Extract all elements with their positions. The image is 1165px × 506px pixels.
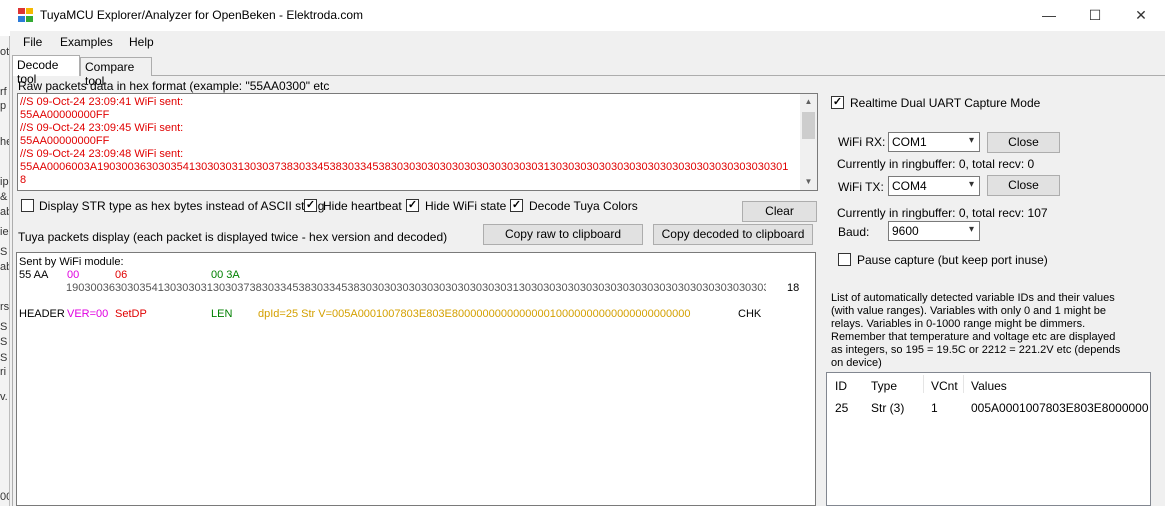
hex-header: 55 AA	[19, 269, 49, 281]
raw-data-label: Raw packets data in hex format (example:…	[18, 79, 330, 93]
scroll-thumb[interactable]	[802, 112, 815, 139]
hide-heartbeat-checkbox[interactable]: ✓	[304, 199, 317, 212]
raw-line: //S 09-Oct-24 23:09:48 WiFi sent:	[20, 148, 184, 160]
dec-header: HEADER	[19, 308, 65, 320]
column-divider	[923, 375, 924, 393]
copy-decoded-button[interactable]: Copy decoded to clipboard	[653, 224, 813, 245]
hide-wifi-checkbox[interactable]: ✓	[406, 199, 419, 212]
chevron-down-icon: ▾	[968, 224, 974, 235]
wifi-tx-label: WiFi TX:	[838, 180, 884, 194]
decode-colors-checkbox[interactable]: ✓	[510, 199, 523, 212]
realtime-capture-label: Realtime Dual UART Capture Mode	[850, 96, 1041, 110]
packets-display[interactable]: Sent by WiFi module: 55 AA 00 06 00 3A 1…	[16, 252, 816, 506]
tab-decode-tool[interactable]: Decode tool	[12, 55, 80, 86]
column-divider	[963, 375, 964, 393]
dec-chk: CHK	[738, 308, 762, 320]
dec-payload: dpId=25 Str V=005A0001007803E803E8000000…	[258, 308, 691, 320]
row-vcnt[interactable]: 1	[931, 401, 938, 415]
raw-line: 8	[20, 174, 27, 186]
row-type[interactable]: Str (3)	[871, 401, 904, 415]
app-icon	[18, 8, 33, 22]
wifi-tx-port-select[interactable]: COM4 ▾	[888, 176, 980, 196]
hide-heartbeat-label: Hide heartbeat	[323, 199, 402, 213]
tab-compare-tool[interactable]: Compare tool	[80, 57, 152, 88]
hex-str-label: Display STR type as hex bytes instead of…	[39, 199, 325, 213]
maximize-button[interactable]: ☐	[1072, 0, 1118, 30]
raw-packets-textarea[interactable]: //S 09-Oct-24 23:09:41 WiFi sent: 55AA00…	[17, 93, 818, 191]
rx-status: Currently in ringbuffer: 0, total recv: …	[837, 157, 1035, 171]
realtime-capture-checkbox[interactable]: ✓	[831, 96, 844, 109]
hex-cmd: 06	[115, 269, 128, 281]
raw-packets-text: //S 09-Oct-24 23:09:41 WiFi sent: 55AA00…	[20, 96, 800, 187]
baud-value: 9600	[892, 224, 919, 238]
minimize-button[interactable]: —	[1026, 0, 1072, 30]
hex-str-checkbox[interactable]	[21, 199, 34, 212]
decode-colors-label: Decode Tuya Colors	[529, 199, 638, 213]
raw-line: //S 09-Oct-24 23:09:45 WiFi sent:	[20, 122, 184, 134]
raw-scrollbar[interactable]: ▲ ▼	[800, 94, 817, 190]
clear-button[interactable]: Clear	[742, 201, 817, 222]
baud-select[interactable]: 9600 ▾	[888, 221, 980, 241]
pause-capture-checkbox[interactable]	[838, 253, 851, 266]
wifi-rx-port-value: COM1	[892, 135, 927, 149]
chevron-down-icon: ▾	[968, 179, 974, 190]
sent-by-label: Sent by WiFi module:	[19, 256, 124, 268]
menu-examples[interactable]: Examples	[60, 35, 113, 49]
close-window-button[interactable]: ✕	[1118, 0, 1164, 30]
scroll-down-icon[interactable]: ▼	[800, 174, 817, 190]
dec-cmd: SetDP	[115, 308, 147, 320]
column-header-type[interactable]: Type	[871, 379, 897, 393]
display-label: Tuya packets display (each packet is dis…	[18, 230, 448, 244]
raw-line: 55AA0006003A1903003630303541303030313030…	[20, 161, 789, 173]
hex-payload: 1903003630303541303030313030373830334538…	[66, 282, 766, 294]
window-title: TuyaMCU Explorer/Analyzer for OpenBeken …	[40, 8, 364, 22]
tx-close-button[interactable]: Close	[987, 175, 1060, 196]
dec-len: LEN	[211, 308, 233, 320]
dec-ver: VER=00	[67, 308, 109, 320]
hide-wifi-label: Hide WiFi state	[425, 199, 507, 213]
raw-line: 55AA00000000FF	[20, 135, 110, 147]
menu-bar	[10, 31, 1165, 55]
menu-file[interactable]: File	[23, 35, 42, 49]
background-window-edge: ot rf p he ip & ab ie S ab rs S S S ri v…	[0, 36, 10, 506]
wifi-rx-port-select[interactable]: COM1 ▾	[888, 132, 980, 152]
hex-len: 00 3A	[211, 269, 240, 281]
wifi-tx-port-value: COM4	[892, 179, 927, 193]
column-header-vcnt[interactable]: VCnt	[931, 379, 958, 393]
rx-close-button[interactable]: Close	[987, 132, 1060, 153]
pause-capture-label: Pause capture (but keep port inuse)	[857, 253, 1048, 267]
chevron-down-icon: ▾	[968, 135, 974, 146]
variables-description: List of automatically detected variable …	[831, 292, 1121, 369]
baud-label: Baud:	[838, 225, 870, 239]
hex-chk: 18	[787, 282, 800, 294]
wifi-rx-label: WiFi RX:	[838, 135, 886, 149]
scroll-up-icon[interactable]: ▲	[800, 94, 817, 110]
raw-line: //S 09-Oct-24 23:09:41 WiFi sent:	[20, 96, 184, 108]
raw-line: 55AA00000000FF	[20, 109, 110, 121]
row-id[interactable]: 25	[835, 401, 848, 415]
column-header-id[interactable]: ID	[835, 379, 847, 393]
menu-help[interactable]: Help	[129, 35, 154, 49]
hex-ver: 00	[67, 269, 80, 281]
tx-status: Currently in ringbuffer: 0, total recv: …	[837, 206, 1048, 220]
variables-list[interactable]: ID Type VCnt Values 25 Str (3) 1 005A000…	[826, 372, 1151, 506]
row-values[interactable]: 005A0001007803E803E8000000...	[971, 401, 1149, 415]
column-header-values[interactable]: Values	[971, 379, 1007, 393]
copy-raw-button[interactable]: Copy raw to clipboard	[483, 224, 643, 245]
